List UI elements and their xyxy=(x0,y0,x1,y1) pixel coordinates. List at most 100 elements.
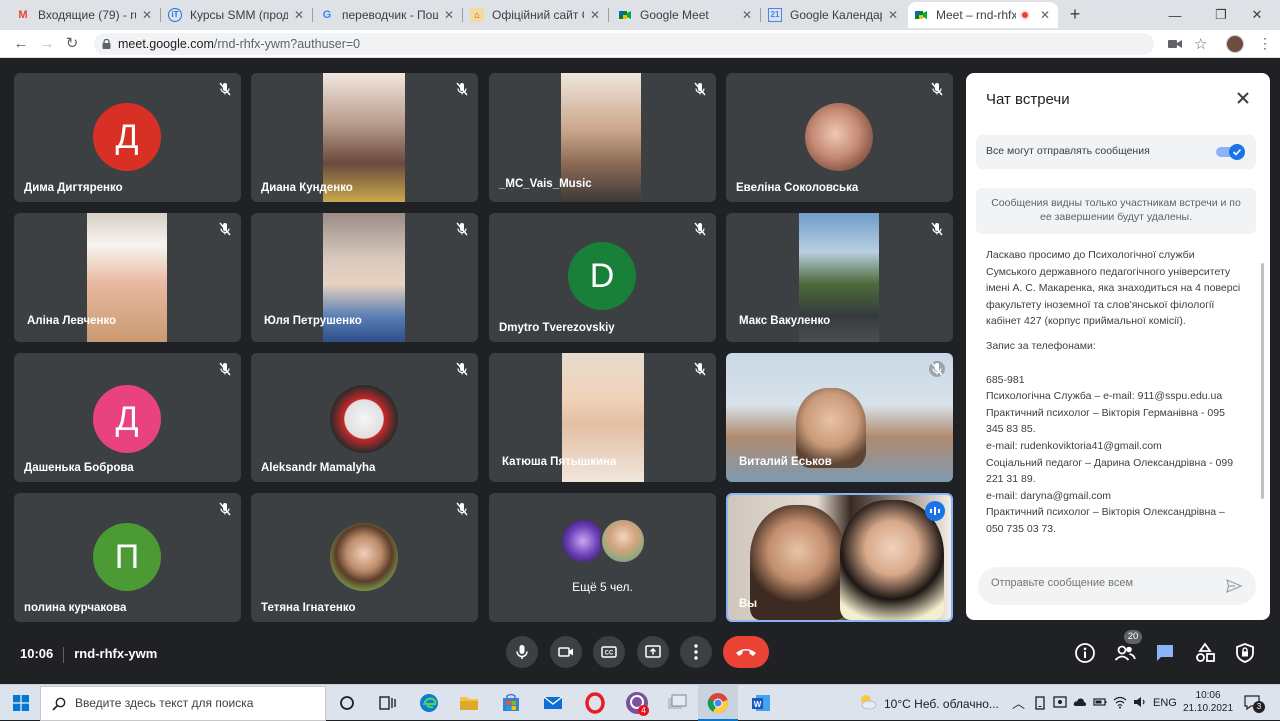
close-icon[interactable] xyxy=(1234,89,1252,107)
meet-area: Д Дима Дигтяренко Диана Кунденко _MC_Vai… xyxy=(0,58,1280,684)
participant-tile[interactable]: Макс Вакуленко xyxy=(726,213,953,342)
activities-icon[interactable] xyxy=(1194,642,1216,664)
participant-tile[interactable]: Юля Петрушенко xyxy=(251,213,478,342)
participant-name: Вы xyxy=(739,598,758,610)
task-view-icon[interactable] xyxy=(376,692,398,714)
participant-tile[interactable]: Aleksandr Mamalyha xyxy=(251,353,478,482)
participant-tile[interactable]: Виталий Еськов xyxy=(726,353,953,482)
host-controls-shield-icon[interactable] xyxy=(1234,642,1256,664)
tab-meet-active[interactable]: Meet – rnd-rhfx-y ✕ xyxy=(908,2,1058,28)
forward-arrow-icon[interactable]: → xyxy=(38,35,56,53)
captions-button[interactable]: CC xyxy=(593,636,625,668)
close-window-button[interactable]: ✕ xyxy=(1234,0,1280,30)
toggle-label: Все могут отправлять сообщения xyxy=(986,145,1150,157)
participant-tile[interactable]: П полина курчакова xyxy=(14,493,241,622)
message-line: Соціальний педагог – Дарина Олександрівн… xyxy=(986,456,1234,486)
chrome-icon xyxy=(707,693,728,714)
minimize-button[interactable]: — xyxy=(1152,0,1198,30)
close-tab-icon[interactable]: ✕ xyxy=(1038,8,1052,22)
onedrive-icon[interactable] xyxy=(1073,695,1087,709)
weather-icon[interactable] xyxy=(858,692,878,712)
close-tab-icon[interactable]: ✕ xyxy=(292,8,306,22)
weather-text[interactable]: 10°C Неб. облачно... xyxy=(884,697,999,711)
chat-scrollbar[interactable] xyxy=(1261,263,1264,499)
recording-dot-icon xyxy=(1020,10,1030,20)
present-screen-button[interactable] xyxy=(637,636,669,668)
windows-taskbar: Введите здесь текст для поиска 4 W 10°C … xyxy=(0,684,1280,721)
app-icon[interactable] xyxy=(666,692,688,714)
info-icon[interactable] xyxy=(1074,642,1096,664)
mic-off-icon xyxy=(219,502,231,516)
opera-icon[interactable] xyxy=(584,692,606,714)
camera-button[interactable] xyxy=(550,636,582,668)
camera-tray-icon[interactable] xyxy=(1053,695,1067,709)
participant-tile[interactable]: _MC_Vais_Music xyxy=(489,73,716,202)
tray-app-icon[interactable] xyxy=(1033,696,1047,710)
microphone-button[interactable] xyxy=(506,636,538,668)
viber-icon[interactable]: 4 xyxy=(626,692,649,716)
participant-tile[interactable]: Катюша Пятышкина xyxy=(489,353,716,482)
close-tab-icon[interactable]: ✕ xyxy=(740,8,754,22)
bookmark-star-icon[interactable]: ☆ xyxy=(1194,35,1207,53)
word-icon[interactable]: W xyxy=(750,692,772,714)
close-tab-icon[interactable]: ✕ xyxy=(588,8,602,22)
mail-icon[interactable] xyxy=(542,692,564,714)
message-line: Психологічна Служба – e-mail: 911@sspu.e… xyxy=(986,390,1223,403)
participant-tile[interactable]: Д Дима Дигтяренко xyxy=(14,73,241,202)
profile-avatar[interactable] xyxy=(1226,35,1244,53)
chat-input-container xyxy=(978,567,1256,605)
lock-icon[interactable] xyxy=(102,39,111,49)
cortana-icon[interactable] xyxy=(336,692,358,714)
participant-tile[interactable]: Тетяна Ігнатенко xyxy=(251,493,478,622)
send-icon[interactable] xyxy=(1226,578,1242,594)
chrome-taskbar-button[interactable] xyxy=(698,685,738,721)
close-tab-icon[interactable]: ✕ xyxy=(442,8,456,22)
gmail-icon: M xyxy=(18,9,28,21)
close-tab-icon[interactable]: ✕ xyxy=(886,8,900,22)
chat-message-input[interactable] xyxy=(991,577,1211,589)
chat-icon[interactable] xyxy=(1154,642,1176,664)
url-field[interactable]: meet.google.com/rnd-rhfx-ywm?authuser=0 xyxy=(94,33,1154,55)
taskbar-search-box[interactable]: Введите здесь текст для поиска xyxy=(40,686,326,721)
tab-university[interactable]: ⌂ Офіційний сайт Сумс ✕ xyxy=(464,2,608,28)
participant-tile-more[interactable]: Ещё 5 чел. xyxy=(489,493,716,622)
tab-google-search[interactable]: G переводчик - Пошук ✕ xyxy=(314,2,462,28)
people-icon[interactable] xyxy=(1114,642,1136,664)
participant-tile[interactable]: Диана Кунденко xyxy=(251,73,478,202)
chat-permission-toggle[interactable] xyxy=(1216,144,1246,160)
chevron-up-icon[interactable]: ︿ xyxy=(1012,693,1025,712)
meeting-code: rnd-rhfx-ywm xyxy=(74,646,158,661)
mic-off-icon xyxy=(456,222,468,236)
microsoft-store-icon[interactable] xyxy=(500,692,522,714)
volume-icon[interactable] xyxy=(1133,695,1147,709)
tab-gmail[interactable]: M Входящие (79) - rude ✕ xyxy=(10,2,160,28)
clock-time: 10:06 xyxy=(1195,690,1221,701)
tab-google-meet[interactable]: Google Meet ✕ xyxy=(612,2,760,28)
back-arrow-icon[interactable]: ← xyxy=(12,35,30,53)
taskbar-clock[interactable]: 10:06 21.10.2021 xyxy=(1183,689,1233,715)
close-tab-icon[interactable]: ✕ xyxy=(140,8,154,22)
file-explorer-icon[interactable] xyxy=(458,692,480,714)
edge-browser-icon[interactable] xyxy=(418,692,440,714)
reload-icon[interactable]: ↻ xyxy=(63,35,81,53)
leave-call-button[interactable] xyxy=(723,636,769,668)
windows-start-icon[interactable] xyxy=(13,695,29,711)
wifi-icon[interactable] xyxy=(1113,695,1127,709)
battery-icon[interactable] xyxy=(1093,695,1107,709)
new-tab-button[interactable]: + xyxy=(1066,4,1084,26)
participant-tile[interactable]: Евеліна Соколовська xyxy=(726,73,953,202)
more-options-button[interactable] xyxy=(680,636,712,668)
participant-name: полина курчакова xyxy=(24,602,127,614)
browser-menu-icon[interactable]: ⋮ xyxy=(1258,35,1272,52)
mic-off-icon xyxy=(456,502,468,516)
participant-tile[interactable]: D Dmytro Tverezovskiy xyxy=(489,213,716,342)
participant-tile[interactable]: Д Дашенька Боброва xyxy=(14,353,241,482)
language-indicator[interactable]: ENG xyxy=(1153,697,1177,709)
participant-tile[interactable]: Аліна Левченко xyxy=(14,213,241,342)
browser-tab-bar: M Входящие (79) - rude ✕ iT Курсы SMM (п… xyxy=(0,0,1280,30)
tab-google-calendar[interactable]: 21 Google Календарь - ✕ xyxy=(762,2,906,28)
tab-smm[interactable]: iT Курсы SMM (продвиж ✕ xyxy=(162,2,312,28)
camera-in-use-icon[interactable] xyxy=(1168,39,1182,49)
notification-count-badge: 3 xyxy=(1253,701,1265,713)
self-view-tile[interactable]: Вы xyxy=(726,493,953,622)
